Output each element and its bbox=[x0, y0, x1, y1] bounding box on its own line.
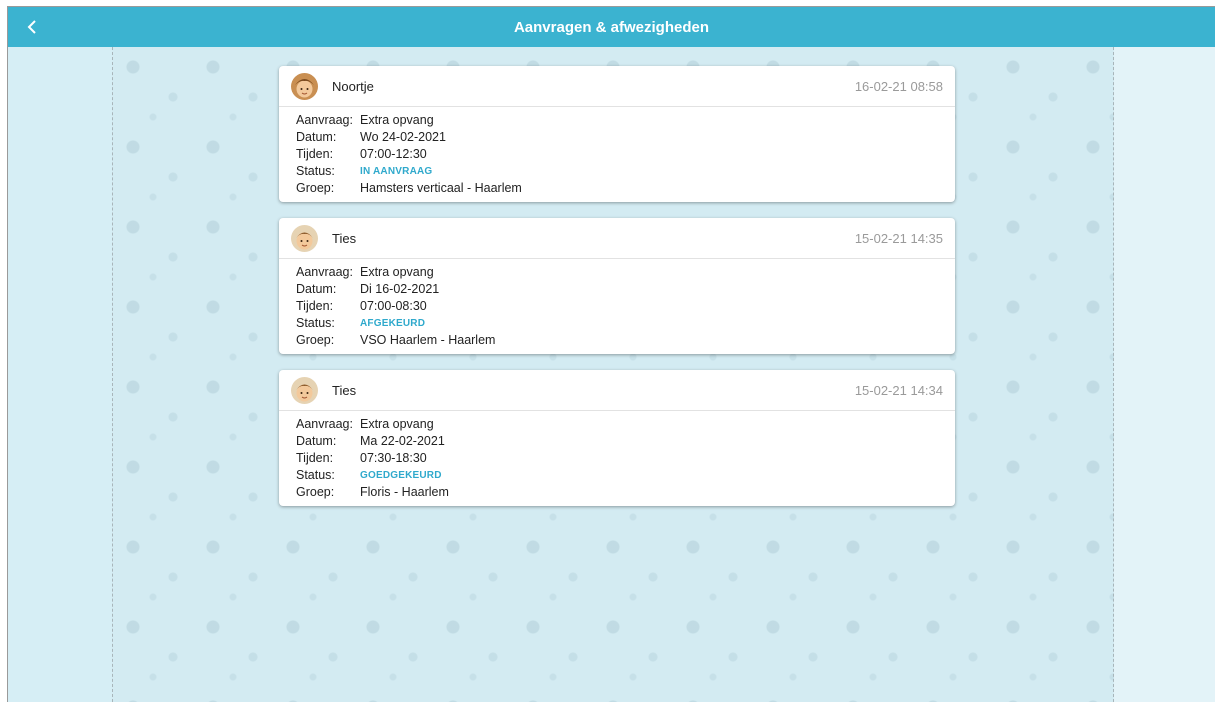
row-datum: Datum: Di 16-02-2021 bbox=[296, 281, 938, 298]
row-datum: Datum: Wo 24-02-2021 bbox=[296, 129, 938, 146]
left-margin bbox=[8, 47, 112, 702]
card-details: Aanvraag: Extra opvang Datum: Di 16-02-2… bbox=[279, 259, 955, 349]
card-details: Aanvraag: Extra opvang Datum: Ma 22-02-2… bbox=[279, 411, 955, 501]
label-groep: Groep: bbox=[296, 485, 335, 499]
label-tijden: Tijden: bbox=[296, 147, 334, 161]
row-status: Status: AFGEKEURD bbox=[296, 315, 938, 332]
child-avatar-icon bbox=[291, 72, 318, 100]
status-badge: GOEDGEKEURD bbox=[360, 470, 442, 481]
value-groep: Floris - Haarlem bbox=[360, 485, 449, 499]
row-groep: Groep: VSO Haarlem - Haarlem bbox=[296, 332, 938, 349]
label-datum: Datum: bbox=[296, 434, 337, 448]
row-groep: Groep: Floris - Haarlem bbox=[296, 484, 938, 501]
request-card[interactable]: Noortje 16-02-21 08:58 Aanvraag: Extra o… bbox=[279, 66, 955, 202]
request-timestamp: 16-02-21 08:58 bbox=[854, 78, 943, 94]
child-avatar-icon bbox=[291, 376, 318, 404]
row-aanvraag: Aanvraag: Extra opvang bbox=[296, 416, 938, 433]
child-name: Ties bbox=[332, 382, 357, 398]
card-header: Noortje 16-02-21 08:58 bbox=[279, 66, 955, 107]
value-datum: Wo 24-02-2021 bbox=[360, 130, 446, 144]
row-aanvraag: Aanvraag: Extra opvang bbox=[296, 264, 938, 281]
label-aanvraag: Aanvraag: bbox=[296, 265, 353, 279]
row-datum: Datum: Ma 22-02-2021 bbox=[296, 433, 938, 450]
label-groep: Groep: bbox=[296, 181, 335, 195]
label-tijden: Tijden: bbox=[296, 299, 334, 313]
child-name: Noortje bbox=[332, 78, 374, 94]
label-status: Status: bbox=[296, 468, 335, 482]
label-tijden: Tijden: bbox=[296, 451, 334, 465]
row-status: Status: GOEDGEKEURD bbox=[296, 467, 938, 484]
request-timestamp: 15-02-21 14:35 bbox=[854, 230, 943, 246]
row-tijden: Tijden: 07:30-18:30 bbox=[296, 450, 938, 467]
label-aanvraag: Aanvraag: bbox=[296, 113, 353, 127]
value-groep: Hamsters verticaal - Haarlem bbox=[360, 181, 522, 195]
row-tijden: Tijden: 07:00-08:30 bbox=[296, 298, 938, 315]
right-margin bbox=[1114, 47, 1215, 702]
app-header: Aanvragen & afwezigheden bbox=[8, 7, 1215, 47]
child-avatar-icon bbox=[291, 224, 318, 252]
request-card[interactable]: Ties 15-02-21 14:35 Aanvraag: Extra opva… bbox=[279, 218, 955, 354]
request-timestamp: 15-02-21 14:34 bbox=[854, 382, 943, 398]
row-tijden: Tijden: 07:00-12:30 bbox=[296, 146, 938, 163]
label-datum: Datum: bbox=[296, 282, 337, 296]
value-tijden: 07:00-12:30 bbox=[360, 147, 427, 161]
back-button[interactable] bbox=[20, 15, 44, 39]
card-details: Aanvraag: Extra opvang Datum: Wo 24-02-2… bbox=[279, 107, 955, 197]
app-window: Aanvragen & afwezigheden Noortje 16-02-2… bbox=[7, 6, 1215, 702]
child-name: Ties bbox=[332, 230, 357, 246]
request-card[interactable]: Ties 15-02-21 14:34 Aanvraag: Extra opva… bbox=[279, 370, 955, 506]
chevron-left-icon bbox=[27, 20, 36, 34]
status-badge: IN AANVRAAG bbox=[360, 166, 433, 177]
label-status: Status: bbox=[296, 164, 335, 178]
value-tijden: 07:00-08:30 bbox=[360, 299, 427, 313]
value-datum: Ma 22-02-2021 bbox=[360, 434, 445, 448]
row-status: Status: IN AANVRAAG bbox=[296, 163, 938, 180]
request-list: Noortje 16-02-21 08:58 Aanvraag: Extra o… bbox=[279, 66, 955, 522]
page-title: Aanvragen & afwezigheden bbox=[513, 18, 710, 36]
status-badge: AFGEKEURD bbox=[360, 318, 426, 329]
value-aanvraag: Extra opvang bbox=[360, 265, 434, 279]
label-groep: Groep: bbox=[296, 333, 335, 347]
value-tijden: 07:30-18:30 bbox=[360, 451, 427, 465]
value-datum: Di 16-02-2021 bbox=[360, 282, 440, 296]
label-datum: Datum: bbox=[296, 130, 337, 144]
value-aanvraag: Extra opvang bbox=[360, 113, 434, 127]
card-header: Ties 15-02-21 14:34 bbox=[279, 370, 955, 411]
label-aanvraag: Aanvraag: bbox=[296, 417, 353, 431]
value-groep: VSO Haarlem - Haarlem bbox=[360, 333, 496, 347]
row-groep: Groep: Hamsters verticaal - Haarlem bbox=[296, 180, 938, 197]
value-aanvraag: Extra opvang bbox=[360, 417, 434, 431]
card-header: Ties 15-02-21 14:35 bbox=[279, 218, 955, 259]
label-status: Status: bbox=[296, 316, 335, 330]
row-aanvraag: Aanvraag: Extra opvang bbox=[296, 112, 938, 129]
